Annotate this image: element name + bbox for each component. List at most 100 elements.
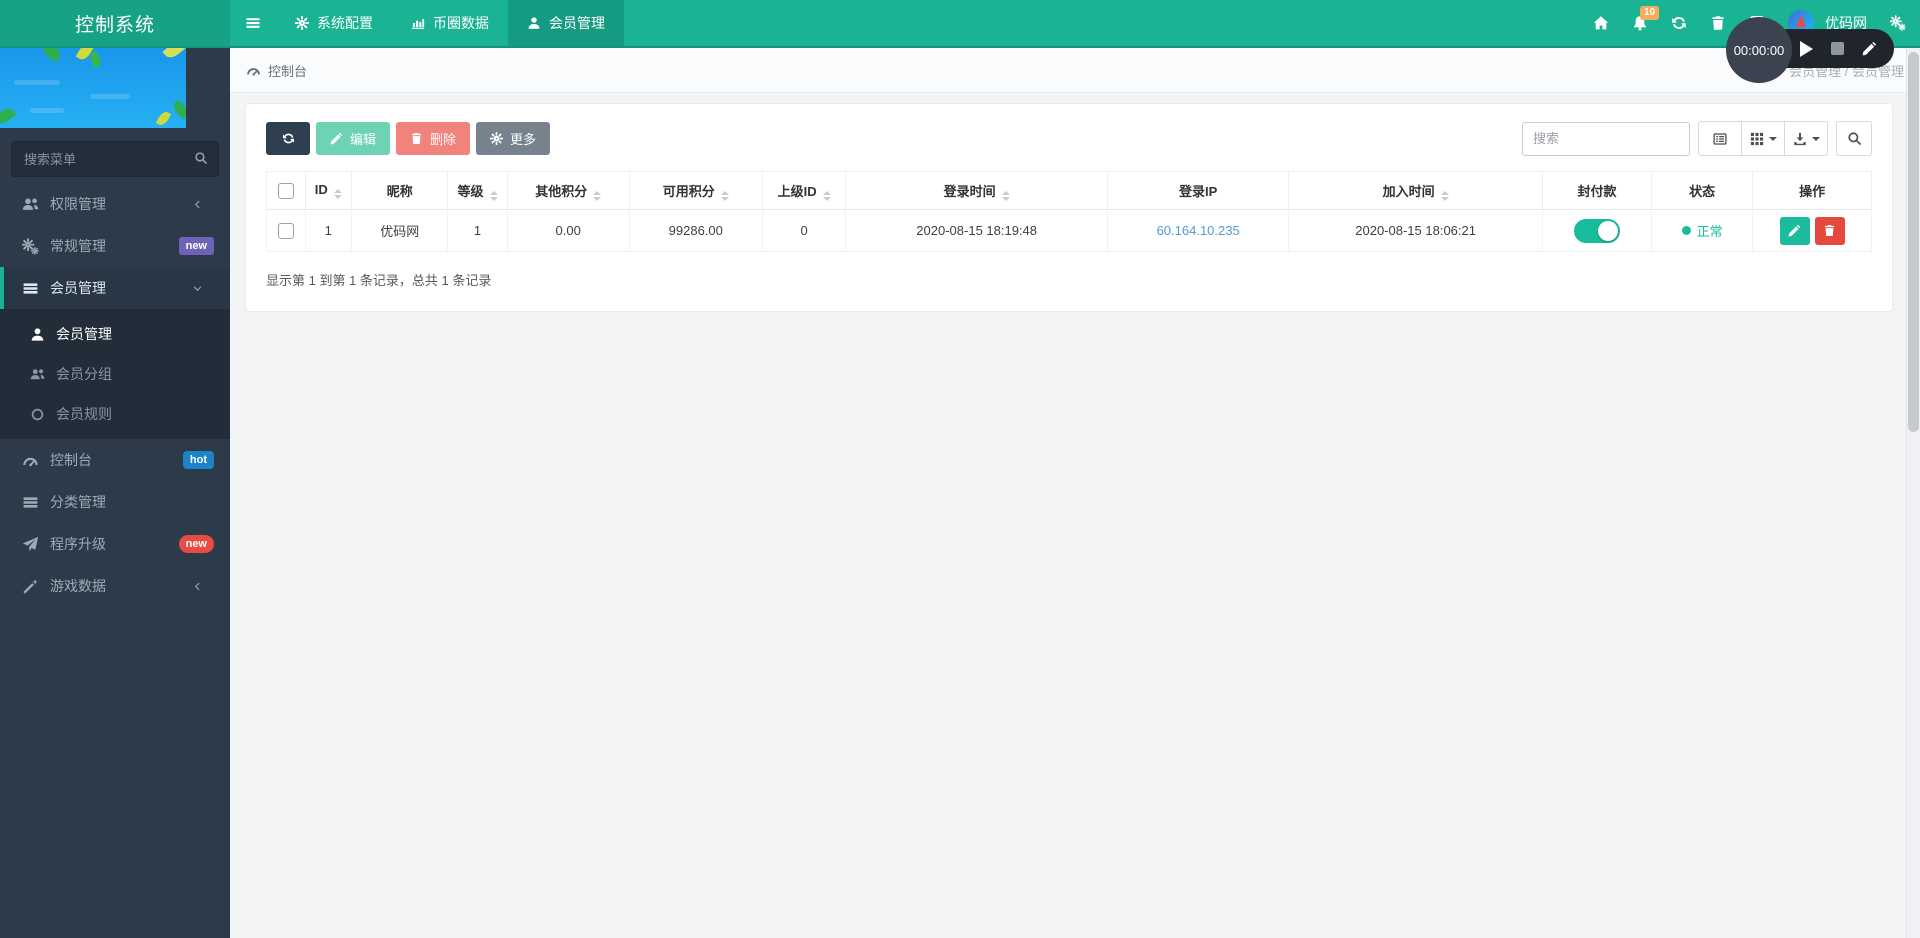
cell-other-points: 0.00 <box>506 209 630 252</box>
advanced-search-button[interactable] <box>1836 121 1872 156</box>
ip-link[interactable]: 60.164.10.235 <box>1157 223 1240 238</box>
list-icon <box>22 280 39 297</box>
menu-search-input[interactable] <box>11 141 219 177</box>
sidebar-item-category-management[interactable]: 分类管理 <box>0 481 230 523</box>
sort-icon <box>822 190 831 201</box>
header-nickname: 昵称 <box>351 171 449 210</box>
chevron-left-icon <box>192 581 214 592</box>
trash-icon <box>1823 224 1836 237</box>
new-badge: new <box>178 534 214 554</box>
settings-button[interactable] <box>1890 15 1906 31</box>
sidebar-item-permission-management[interactable]: 权限管理 <box>0 183 230 225</box>
gear-icon <box>295 16 309 30</box>
notifications-button[interactable]: 10 <box>1632 6 1660 31</box>
select-all-checkbox[interactable] <box>277 182 294 199</box>
menu-label: 程序升级 <box>50 536 106 552</box>
home-icon <box>1593 15 1609 31</box>
circle-o-icon <box>30 407 45 422</box>
sidebar-item-console[interactable]: 控制台 hot <box>0 439 230 481</box>
sort-icon <box>720 190 729 201</box>
sort-icon <box>1440 190 1449 201</box>
menu-label: 会员管理 <box>50 280 106 296</box>
grid-icon <box>1750 132 1764 146</box>
toggle-knob <box>1597 220 1618 241</box>
sidebar-toggle-button[interactable] <box>230 0 276 46</box>
table-search-input[interactable] <box>1522 121 1690 156</box>
recorder-play-button[interactable] <box>1800 40 1813 57</box>
submenu-item-member-management[interactable]: 会员管理 <box>0 314 230 354</box>
sidebar-menu: 权限管理 常规管理 new 会员管理 会员管理 会员分组 会员规则 控制台 ho… <box>0 183 230 607</box>
toolbar-right <box>1522 121 1872 156</box>
refresh-button[interactable] <box>266 122 310 155</box>
sort-icon <box>489 190 498 201</box>
recorder-annotate-button[interactable] <box>1862 41 1877 56</box>
header-join-time[interactable]: 加入时间 <box>1288 171 1543 210</box>
dashboard-icon <box>22 452 39 469</box>
row-checkbox[interactable] <box>277 222 294 239</box>
cell-id: 1 <box>304 209 353 252</box>
detail-view-button[interactable] <box>1698 121 1742 156</box>
cell-level: 1 <box>447 209 508 252</box>
columns-button[interactable] <box>1741 121 1785 156</box>
nav-tabs: 系统配置 币圈数据 会员管理 <box>276 0 624 46</box>
scrollbar-track <box>1906 48 1920 938</box>
header-login-time[interactable]: 登录时间 <box>845 171 1108 210</box>
row-edit-button[interactable] <box>1779 216 1810 245</box>
header-other-points[interactable]: 其他积分 <box>506 171 630 210</box>
sort-icon <box>1001 190 1010 201</box>
scrollbar-thumb[interactable] <box>1908 52 1919 432</box>
paper-plane-icon <box>22 536 39 553</box>
pencil-icon <box>1788 224 1801 237</box>
header-parent-id[interactable]: 上级ID <box>761 171 847 210</box>
row-delete-button[interactable] <box>1814 216 1845 245</box>
caret-down-icon <box>1768 136 1777 141</box>
menu-label: 游戏数据 <box>50 578 106 594</box>
sidebar: 权限管理 常规管理 new 会员管理 会员管理 会员分组 会员规则 <box>0 48 230 938</box>
cogs-icon <box>1890 15 1906 31</box>
sidebar-item-member-management[interactable]: 会员管理 <box>0 267 230 309</box>
cell-join-time: 2020-08-15 18:06:21 <box>1288 209 1543 252</box>
chevron-down-icon <box>192 283 214 294</box>
more-button[interactable]: 更多 <box>476 122 551 155</box>
refresh-icon <box>282 132 295 145</box>
cell-block-payment <box>1541 209 1653 252</box>
header-available-points[interactable]: 可用积分 <box>628 171 763 210</box>
list-icon <box>22 494 39 511</box>
recorder-stop-button[interactable] <box>1831 42 1844 55</box>
refresh-page-button[interactable] <box>1671 15 1687 31</box>
bars-icon <box>245 15 261 31</box>
home-button[interactable] <box>1593 15 1609 31</box>
status-badge: 正常 <box>1681 221 1723 240</box>
edit-button[interactable]: 编辑 <box>316 122 391 155</box>
trash-icon <box>410 132 423 145</box>
dashboard-icon <box>246 63 261 78</box>
tab-system-config[interactable]: 系统配置 <box>276 0 392 46</box>
users-icon <box>30 367 45 382</box>
status-dot <box>1681 226 1691 235</box>
pencil-icon <box>330 132 343 145</box>
menu-label: 控制台 <box>50 452 92 468</box>
sidebar-item-general-management[interactable]: 常规管理 new <box>0 225 230 267</box>
sidebar-item-game-data[interactable]: 游戏数据 <box>0 565 230 607</box>
sidebar-banner-image <box>0 48 186 128</box>
header-block-payment: 封付款 <box>1541 171 1653 210</box>
refresh-icon <box>1671 15 1687 31</box>
avatar-graphic <box>1796 15 1806 27</box>
table-header-row: ID 昵称 等级 其他积分 可用积分 上级ID 登录时间 登录IP 加入时间 封… <box>266 171 1872 210</box>
export-button[interactable] <box>1784 121 1828 156</box>
header-level[interactable]: 等级 <box>447 171 508 210</box>
wand-icon <box>22 578 39 595</box>
recorder-time: 00:00:00 <box>1733 42 1785 58</box>
user-icon <box>30 327 45 342</box>
table-toolbar: 编辑 删除 更多 <box>266 121 1872 156</box>
sidebar-item-program-upgrade[interactable]: 程序升级 new <box>0 523 230 565</box>
clear-cache-button[interactable] <box>1710 15 1726 31</box>
delete-button[interactable]: 删除 <box>396 122 471 155</box>
header-id[interactable]: ID <box>304 171 353 210</box>
tab-coin-data[interactable]: 币圈数据 <box>392 0 508 46</box>
tab-member-management[interactable]: 会员管理 <box>508 0 624 46</box>
table-row: 1 优码网 1 0.00 99286.00 0 2020-08-15 18:19… <box>266 209 1872 252</box>
payment-toggle[interactable] <box>1573 218 1620 243</box>
submenu-item-member-rules[interactable]: 会员规则 <box>0 394 230 434</box>
submenu-item-member-groups[interactable]: 会员分组 <box>0 354 230 394</box>
